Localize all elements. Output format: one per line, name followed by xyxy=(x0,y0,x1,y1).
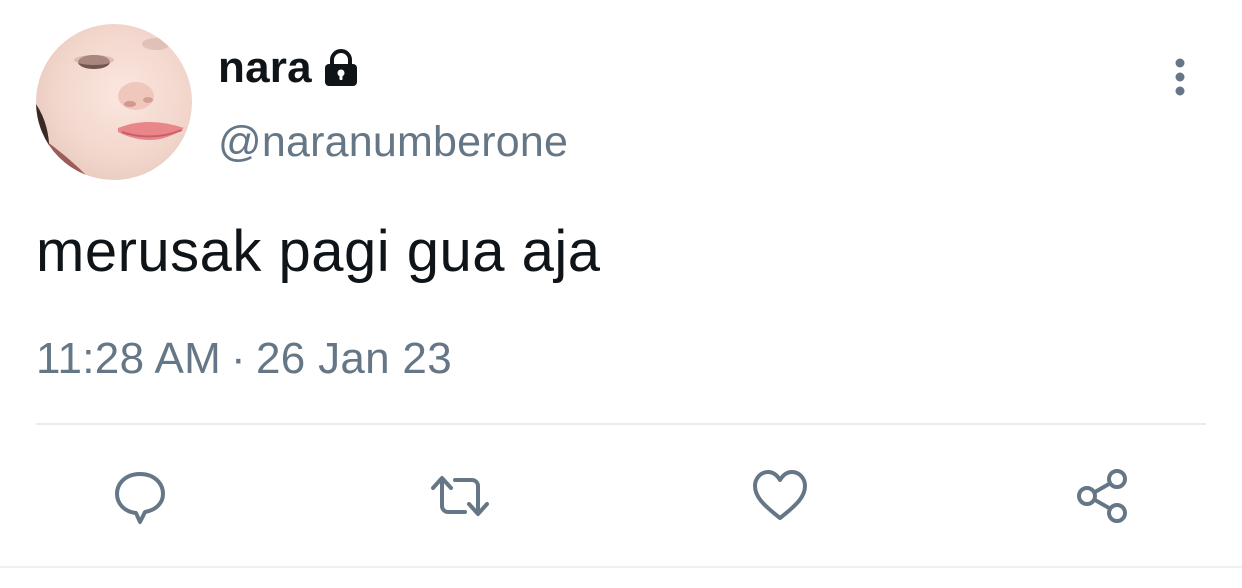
share-nodes-icon xyxy=(1077,469,1127,523)
lock-icon xyxy=(322,46,362,90)
user-handle[interactable]: @naranumberone xyxy=(218,118,568,167)
tweet-card: nara @naranumberone merusak pagi gua aja… xyxy=(0,0,1242,588)
reply-button[interactable] xyxy=(106,462,174,530)
timestamp-separator: · xyxy=(231,334,246,383)
avatar-image xyxy=(36,24,192,180)
tweet-time: 11:28 AM xyxy=(36,334,222,383)
speech-bubble-icon xyxy=(115,472,165,524)
bottom-divider xyxy=(0,566,1242,568)
heart-icon xyxy=(753,470,807,520)
tweet-timestamp[interactable]: 11:28 AM · 26 Jan 23 xyxy=(36,334,452,384)
retweet-arrows-icon xyxy=(431,476,489,516)
display-name[interactable]: nara xyxy=(218,43,312,93)
user-name-row: nara xyxy=(218,40,362,96)
share-button[interactable] xyxy=(1068,462,1136,530)
divider xyxy=(36,423,1206,425)
tweet-date: 26 Jan 23 xyxy=(256,334,452,383)
retweet-button[interactable] xyxy=(426,462,494,530)
like-button[interactable] xyxy=(746,462,814,530)
more-options-icon[interactable] xyxy=(1158,52,1202,102)
avatar[interactable] xyxy=(36,24,192,180)
tweet-text: merusak pagi gua aja xyxy=(36,219,601,284)
